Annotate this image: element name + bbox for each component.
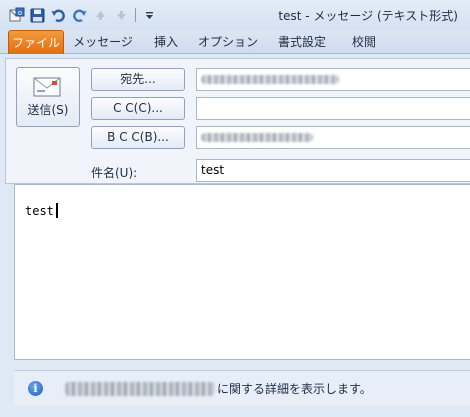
to-button[interactable]: 宛先...: [91, 68, 185, 91]
subject-field[interactable]: test: [196, 159, 470, 182]
up-arrow-icon[interactable]: [92, 7, 109, 24]
send-button[interactable]: 送信(S): [16, 67, 80, 127]
cc-button[interactable]: C C(C)...: [91, 97, 185, 120]
info-bar-text: に関する詳細を表示します。: [217, 382, 372, 396]
redo-icon[interactable]: [71, 7, 88, 24]
ribbon-tabs: ファイル メッセージ 挿入 オプション 書式設定 校閲: [0, 30, 470, 54]
svg-text:o: o: [18, 10, 22, 17]
tab-format-text[interactable]: 書式設定: [270, 30, 334, 54]
message-header: 送信(S) 宛先... C C(C)... B C C(B)... 件名(U):…: [5, 58, 470, 184]
tab-insert[interactable]: 挿入: [146, 30, 186, 54]
tab-message[interactable]: メッセージ: [72, 30, 134, 54]
redacted-contact-name: [65, 381, 215, 396]
save-icon[interactable]: [29, 7, 46, 24]
subject-label: 件名(U):: [91, 166, 138, 180]
body-text: test: [25, 203, 54, 218]
bcc-button[interactable]: B C C(B)...: [91, 126, 185, 149]
send-label: 送信(S): [27, 103, 69, 117]
cc-field[interactable]: [196, 97, 470, 120]
qat-separator: [135, 8, 136, 22]
quick-access-toolbar: o: [8, 6, 158, 24]
tab-options[interactable]: オプション: [196, 30, 260, 54]
outlook-icon[interactable]: o: [8, 7, 25, 24]
undo-icon[interactable]: [50, 7, 67, 24]
text-caret: [55, 203, 58, 218]
bcc-field[interactable]: [196, 126, 470, 149]
people-info-bar[interactable]: i に関する詳細を表示します。: [14, 370, 470, 406]
message-body-editor[interactable]: test: [14, 184, 470, 360]
to-field[interactable]: [196, 68, 470, 91]
info-icon: i: [28, 381, 43, 396]
redacted-to-address: [201, 75, 339, 84]
message-body[interactable]: test: [25, 203, 58, 218]
window-title: test - メッセージ (テキスト形式): [278, 9, 458, 23]
envelope-icon: [33, 77, 61, 97]
customize-icon[interactable]: [141, 7, 158, 24]
title-bar: o test - メッセージ (テキスト形式): [0, 0, 470, 30]
tab-file[interactable]: ファイル: [8, 30, 64, 54]
redacted-bcc-address: [201, 133, 313, 142]
tab-review[interactable]: 校閲: [344, 30, 384, 54]
down-arrow-icon[interactable]: [113, 7, 130, 24]
